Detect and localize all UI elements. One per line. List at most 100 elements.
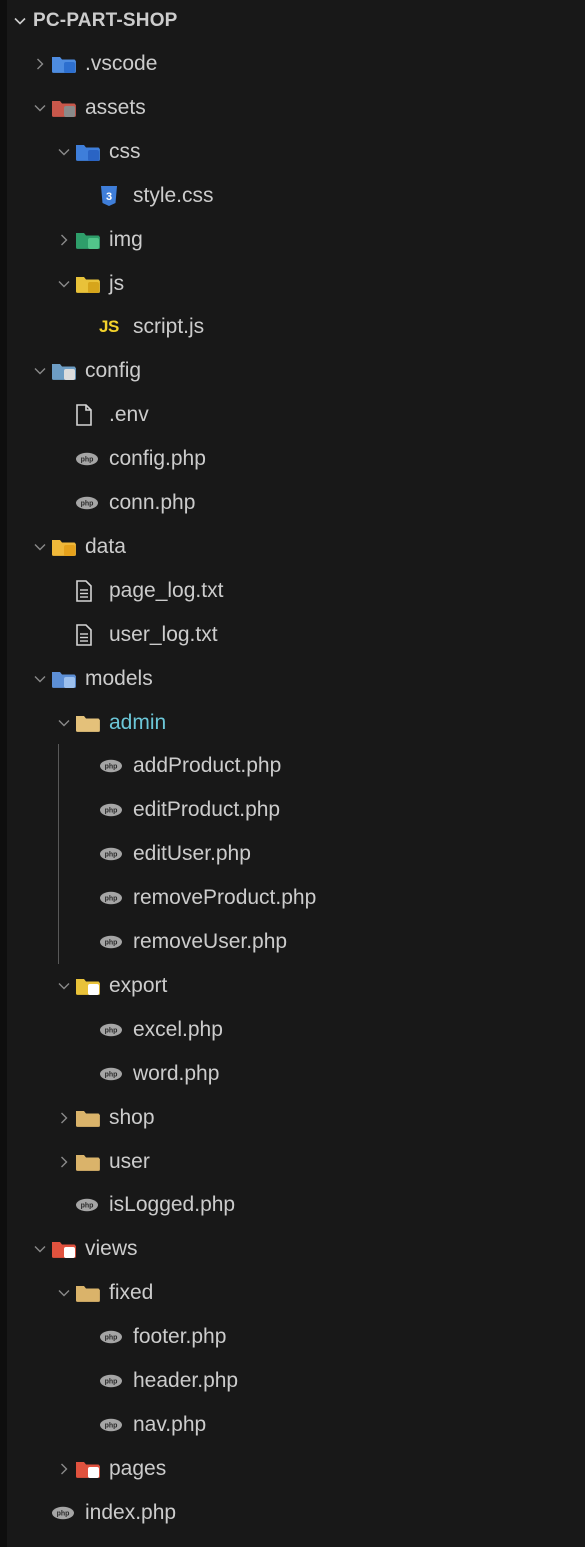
tree-item-label: script.js (133, 315, 205, 339)
php-file-icon: php (99, 832, 129, 876)
folder-admin-icon (75, 701, 105, 745)
chevron-down-icon[interactable] (53, 130, 75, 174)
php-file-icon: php (99, 788, 129, 832)
tree-item-label: nav.php (133, 1412, 207, 1436)
file-item-editproduct-php[interactable]: php editProduct.php (7, 788, 585, 832)
chevron-right-icon[interactable] (53, 1140, 75, 1184)
tree-item-label: config.php (109, 447, 206, 471)
tree-item-label: removeUser.php (133, 930, 288, 953)
tree-item-label: isLogged.php (109, 1193, 236, 1217)
folder-models-icon (51, 657, 81, 701)
tree-item-label: conn.php (109, 491, 196, 514)
file-item-footer-php[interactable]: php footer.php (7, 1315, 585, 1359)
tree-item-label: data (85, 534, 126, 558)
tree-item-label: footer.php (133, 1325, 227, 1349)
tree-item-label: user (109, 1149, 150, 1173)
folder-item-export[interactable]: export (7, 964, 585, 1008)
svg-text:php: php (81, 1203, 94, 1210)
tree-item-label: fixed (109, 1281, 154, 1305)
file-item-user-log-txt[interactable]: user_log.txt (7, 613, 585, 657)
folder-item-views[interactable]: views (7, 1227, 585, 1271)
file-item-addproduct-php[interactable]: php addProduct.php (7, 744, 585, 788)
window-edge (0, 0, 7, 1547)
file-item-edituser-php[interactable]: php editUser.php (7, 832, 585, 876)
chevron-down-icon[interactable] (29, 86, 51, 130)
php-file-icon: php (75, 1183, 105, 1227)
folder-item-vscode[interactable]: .vscode (7, 42, 585, 86)
svg-text:php: php (105, 1422, 118, 1429)
svg-text:php: php (105, 896, 118, 903)
chevron-down-icon[interactable] (53, 1271, 75, 1315)
chevron-down-icon (7, 0, 33, 42)
file-item-page-log-txt[interactable]: page_log.txt (7, 569, 585, 613)
tree-item-label: assets (85, 95, 146, 119)
file-item-conn-php[interactable]: php conn.php (7, 481, 585, 525)
folder-icon (75, 1096, 105, 1140)
svg-text:php: php (105, 1027, 118, 1034)
file-item-word-php[interactable]: php word.php (7, 1052, 585, 1096)
file-item-header-php[interactable]: php header.php (7, 1359, 585, 1403)
file-item-removeproduct-php[interactable]: php removeProduct.php (7, 876, 585, 920)
indent-guide (58, 744, 59, 964)
folder-item-config[interactable]: config (7, 349, 585, 393)
folder-item-css[interactable]: css (7, 130, 585, 174)
svg-text:php: php (57, 1510, 70, 1517)
file-item-env[interactable]: .env (7, 393, 585, 437)
chevron-right-icon[interactable] (53, 1096, 75, 1140)
chevron-down-icon[interactable] (29, 657, 51, 701)
file-item-excel-php[interactable]: php excel.php (7, 1008, 585, 1052)
chevron-right-icon[interactable] (53, 1447, 75, 1491)
chevron-down-icon[interactable] (29, 525, 51, 569)
explorer-root-header[interactable]: PC-PART-SHOP (7, 0, 585, 42)
file-item-config-php[interactable]: php config.php (7, 437, 585, 481)
tree-item-label: shop (109, 1105, 155, 1129)
php-file-icon: php (99, 920, 129, 964)
file-item-index-php[interactable]: php index.php (7, 1491, 585, 1535)
folder-item-js[interactable]: js (7, 262, 585, 306)
chevron-right-icon[interactable] (53, 218, 75, 262)
file-item-nav-php[interactable]: php nav.php (7, 1403, 585, 1447)
explorer-root-label: PC-PART-SHOP (33, 10, 178, 31)
folder-item-user[interactable]: user (7, 1140, 585, 1184)
folder-icon (75, 1140, 105, 1184)
chevron-down-icon[interactable] (53, 701, 75, 745)
chevron-down-icon[interactable] (29, 1227, 51, 1271)
folder-item-img[interactable]: img (7, 218, 585, 262)
folder-item-shop[interactable]: shop (7, 1096, 585, 1140)
tree-item-label: index.php (85, 1500, 177, 1524)
tree-item-label: config (85, 359, 142, 383)
folder-js-icon (75, 262, 105, 306)
tree-item-label: user_log.txt (109, 622, 218, 646)
folder-item-admin[interactable]: admin (7, 701, 585, 745)
chevron-down-icon[interactable] (53, 262, 75, 306)
chevron-right-icon[interactable] (29, 42, 51, 86)
file-item-style-css[interactable]: 3 style.css (7, 174, 585, 218)
folder-item-pages[interactable]: pages (7, 1447, 585, 1491)
svg-text:php: php (105, 852, 118, 859)
chevron-down-icon[interactable] (53, 964, 75, 1008)
svg-text:3: 3 (106, 191, 112, 203)
php-file-icon: php (99, 1359, 129, 1403)
folder-item-assets[interactable]: assets (7, 86, 585, 130)
file-item-removeuser-php[interactable]: php removeUser.php (7, 920, 585, 964)
chevron-down-icon[interactable] (29, 349, 51, 393)
tree-item-label: page_log.txt (109, 578, 224, 602)
tree-item-label: css (109, 139, 141, 163)
tree-item-label: admin (109, 710, 167, 734)
folder-images-icon (75, 218, 105, 262)
folder-item-models[interactable]: models (7, 657, 585, 701)
tree-item-label: js (109, 271, 125, 295)
file-item-islogged-php[interactable]: php isLogged.php (7, 1183, 585, 1227)
tree-item-label: header.php (133, 1369, 239, 1392)
folder-item-fixed[interactable]: fixed (7, 1271, 585, 1315)
folder-item-data[interactable]: data (7, 525, 585, 569)
php-file-icon: php (75, 437, 105, 481)
php-file-icon: php (99, 1403, 129, 1447)
php-file-icon: php (99, 744, 129, 788)
file-item-script-js[interactable]: JS script.js (7, 305, 585, 349)
